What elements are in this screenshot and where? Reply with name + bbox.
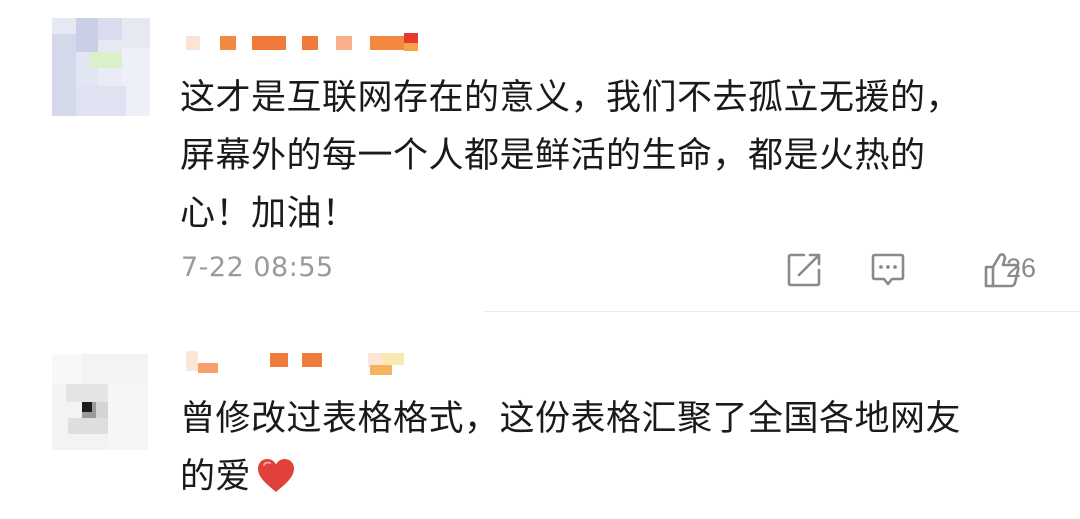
share-square-icon <box>787 253 821 287</box>
comment-item: 曾修改过表格格式，这份表格汇聚了全国各地网友 的爱 <box>0 312 1080 519</box>
comment-line: 屏幕外的每一个人都是鲜活的生命，都是火热的 <box>180 136 926 176</box>
comment-item: 这才是互联网存在的意义，我们不去孤立无援的， 屏幕外的每一个人都是鲜活的生命，都… <box>0 0 1080 312</box>
avatar[interactable] <box>52 18 150 116</box>
like-button[interactable]: 26 <box>952 250 1052 290</box>
share-button[interactable] <box>784 250 824 290</box>
comment-bubble-icon <box>871 253 905 286</box>
comment-line: 曾修改过表格格式，这份表格汇聚了全国各地网友 <box>180 399 962 439</box>
comment-text: 曾修改过表格格式，这份表格汇聚了全国各地网友 的爱 <box>180 390 1050 506</box>
comment-text: 这才是互联网存在的意义，我们不去孤立无援的， 屏幕外的每一个人都是鲜活的生命，都… <box>180 69 1050 243</box>
username[interactable] <box>182 33 422 53</box>
comment-meta: 7-22 08:55 26 <box>0 248 1080 292</box>
like-count: 26 <box>1006 253 1037 283</box>
comment-line: 的爱 <box>180 457 252 497</box>
red-heart-icon <box>258 459 295 492</box>
timestamp: 7-22 08:55 <box>181 252 334 283</box>
reply-button[interactable] <box>868 250 908 290</box>
comment-line: 心！加油！ <box>180 194 358 234</box>
comment-line: 这才是互联网存在的意义，我们不去孤立无援的， <box>180 78 962 118</box>
avatar[interactable] <box>52 354 148 450</box>
username[interactable] <box>182 351 422 371</box>
